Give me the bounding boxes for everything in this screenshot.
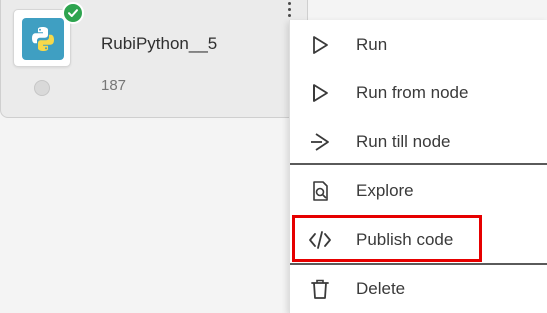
node-title: RubiPython__5 xyxy=(101,34,218,53)
node-more-options-button[interactable] xyxy=(281,0,297,21)
success-check-icon xyxy=(62,2,84,24)
menu-item-run-from-node[interactable]: Run from node xyxy=(290,70,547,116)
menu-item-run[interactable]: Run xyxy=(290,22,547,68)
node-context-menu: Run Run from node Run till node Explore … xyxy=(289,20,547,313)
menu-item-label: Run till node xyxy=(356,132,451,151)
node-record-count: 187 xyxy=(101,77,127,94)
run-till-node-icon xyxy=(308,130,332,154)
code-icon xyxy=(308,228,332,252)
menu-divider xyxy=(290,163,547,165)
menu-item-label: Delete xyxy=(356,279,406,298)
menu-item-label: Publish code xyxy=(356,230,454,249)
run-icon xyxy=(308,33,332,57)
menu-item-label: Run from node xyxy=(356,83,469,102)
explore-icon xyxy=(308,179,332,203)
menu-item-explore[interactable]: Explore xyxy=(290,168,547,214)
menu-item-publish-code[interactable]: Publish code xyxy=(290,217,547,263)
workflow-node-card[interactable]: RubiPython__5 187 xyxy=(0,0,308,118)
menu-divider xyxy=(290,263,547,265)
run-from-node-icon xyxy=(308,81,332,105)
menu-item-run-till-node[interactable]: Run till node xyxy=(290,119,547,165)
menu-item-delete[interactable]: Delete xyxy=(290,266,547,312)
output-port[interactable] xyxy=(34,80,50,96)
python-icon xyxy=(22,18,64,60)
menu-item-label: Explore xyxy=(356,181,414,200)
trash-icon xyxy=(308,277,332,301)
menu-item-label: Run xyxy=(356,35,388,54)
